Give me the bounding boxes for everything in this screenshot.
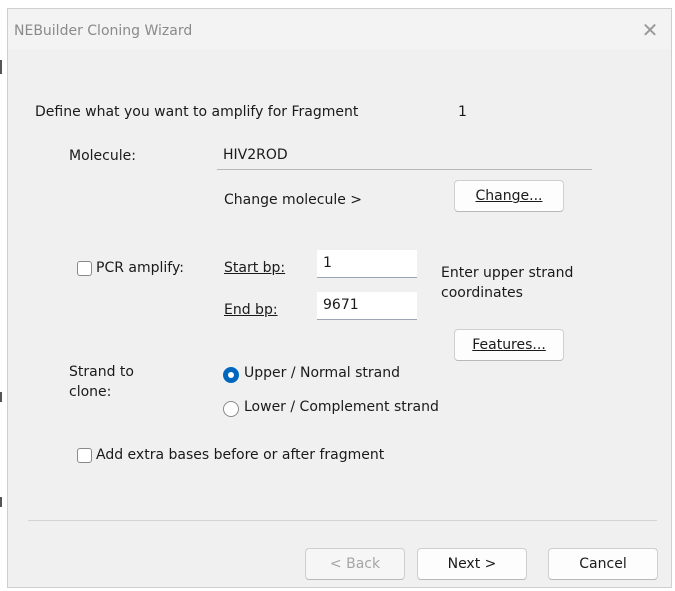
coordinates-hint-line1: Enter upper strand [441, 265, 574, 281]
upper-strand-label[interactable]: Upper / Normal strand [244, 365, 400, 381]
upper-strand-radio[interactable] [223, 367, 239, 383]
title-bar[interactable]: NEBuilder Cloning Wizard ✕ [8, 9, 671, 49]
start-bp-label: Start bp: [224, 260, 286, 276]
back-button-label: < Back [329, 556, 381, 572]
lower-strand-radio[interactable] [223, 401, 239, 417]
fragment-number: 1 [458, 104, 467, 120]
pcr-amplify-label[interactable]: PCR amplify: [96, 260, 184, 276]
molecule-value: HIV2ROD [223, 147, 288, 163]
footer-separator [28, 520, 657, 521]
coordinates-hint-line2: coordinates [441, 285, 523, 301]
left-edge-mark [0, 60, 2, 74]
change-button-label: Change... [475, 188, 543, 204]
window-title: NEBuilder Cloning Wizard [14, 23, 193, 39]
back-button[interactable]: < Back [305, 548, 405, 580]
end-bp-input[interactable]: 9671 [317, 292, 417, 320]
features-button[interactable]: Features... [454, 329, 564, 361]
fragment-prompt: Define what you want to amplify for Frag… [35, 104, 359, 120]
cancel-button[interactable]: Cancel [548, 548, 658, 580]
cancel-button-label: Cancel [579, 556, 627, 572]
wizard-dialog: NEBuilder Cloning Wizard ✕ Define what y… [7, 8, 672, 588]
close-icon: ✕ [641, 18, 659, 42]
end-bp-label: End bp: [224, 302, 278, 318]
next-button[interactable]: Next > [417, 548, 527, 580]
left-edge-mark [0, 497, 2, 507]
start-bp-value: 1 [323, 255, 332, 271]
extra-bases-checkbox[interactable] [77, 448, 92, 463]
molecule-label: Molecule: [69, 148, 136, 164]
change-molecule-text: Change molecule > [224, 192, 363, 208]
pcr-amplify-checkbox[interactable] [77, 261, 92, 276]
start-bp-input[interactable]: 1 [317, 250, 417, 278]
lower-strand-label[interactable]: Lower / Complement strand [244, 399, 439, 415]
close-button[interactable]: ✕ [633, 15, 667, 45]
extra-bases-label[interactable]: Add extra bases before or after fragment [96, 447, 384, 463]
strand-label-line1: Strand to [69, 364, 134, 380]
strand-label-line2: clone: [69, 384, 112, 400]
molecule-field: HIV2ROD [217, 142, 592, 170]
left-edge-mark [0, 392, 2, 402]
next-button-label: Next > [447, 556, 497, 572]
end-bp-value: 9671 [323, 297, 359, 313]
change-button[interactable]: Change... [454, 180, 564, 212]
features-button-label: Features... [472, 337, 546, 353]
